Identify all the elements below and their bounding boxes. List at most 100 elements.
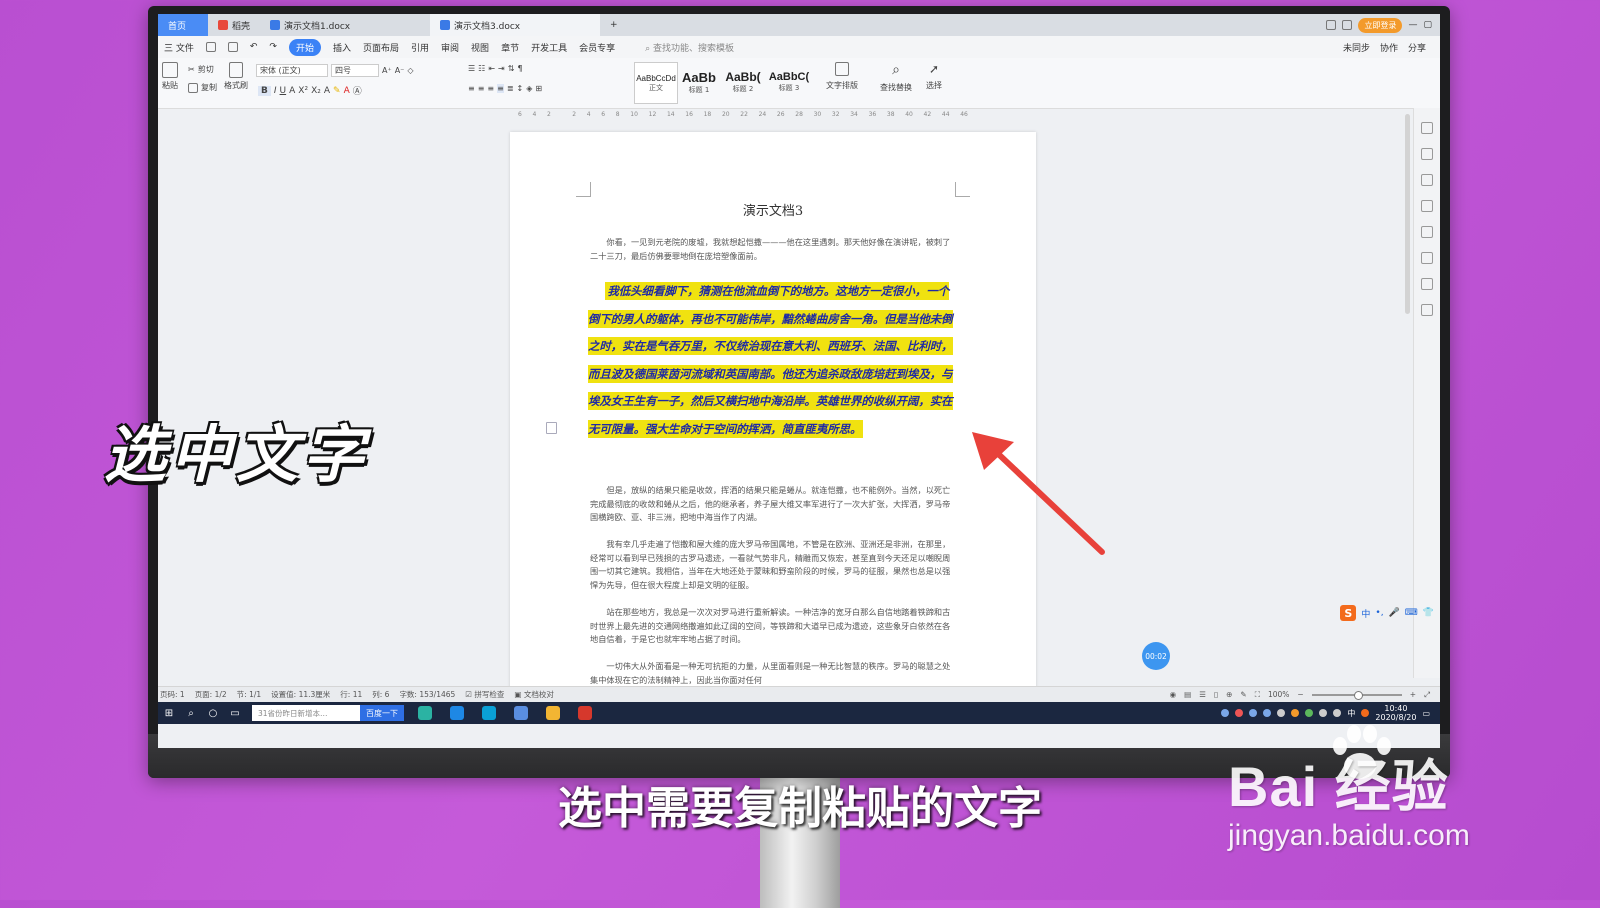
- input-language-indicator[interactable]: 中: [1347, 708, 1355, 719]
- ime-mode[interactable]: 中: [1361, 607, 1370, 620]
- image-icon[interactable]: [1421, 252, 1433, 264]
- collaborate-button[interactable]: 协作: [1380, 41, 1398, 54]
- status-word-count[interactable]: 字数: 153/1465: [399, 689, 455, 700]
- login-badge[interactable]: 立即登录: [1358, 17, 1403, 33]
- sogou-tray-icon[interactable]: [1361, 709, 1370, 717]
- zoom-level[interactable]: 100%: [1268, 690, 1289, 699]
- font-size-select[interactable]: 四号: [331, 64, 379, 77]
- subscript-button[interactable]: X₂: [311, 86, 321, 96]
- tray-icon[interactable]: [1277, 709, 1286, 717]
- maximize-button[interactable]: ▢: [1423, 20, 1432, 30]
- clear-format-icon[interactable]: ◇: [407, 66, 413, 75]
- select-button[interactable]: ➚ 选择: [926, 62, 942, 91]
- char-border-button[interactable]: Ⓐ: [353, 84, 362, 97]
- align-left-icon[interactable]: ≡: [468, 84, 475, 93]
- tray-icon[interactable]: [1305, 709, 1314, 717]
- strikethrough-button[interactable]: A: [289, 86, 295, 96]
- bold-button[interactable]: B: [258, 85, 271, 96]
- bullets-icon[interactable]: ☰: [468, 64, 475, 73]
- numbering-icon[interactable]: ☷: [478, 64, 485, 73]
- tab-docer[interactable]: 稻壳: [208, 14, 260, 36]
- vertical-scrollbar[interactable]: [1405, 114, 1410, 314]
- edge-app-icon[interactable]: [450, 706, 464, 720]
- copy-button[interactable]: 复制: [188, 82, 217, 93]
- zoom-slider[interactable]: [1311, 690, 1402, 700]
- baidu-search-input[interactable]: 31省份昨日新增本…: [252, 705, 360, 721]
- tab-document-1[interactable]: 演示文档1.docx: [260, 14, 430, 36]
- wps-app-icon[interactable]: [578, 706, 592, 720]
- style-heading-3[interactable]: AaBbC( 标题 3: [766, 62, 812, 102]
- eye-protection-icon[interactable]: ◉: [1170, 690, 1177, 699]
- paste-button[interactable]: 粘贴: [162, 62, 178, 91]
- windows-start-icon[interactable]: ⊞: [158, 702, 180, 724]
- microphone-icon[interactable]: 🎤: [1389, 608, 1400, 618]
- network-icon[interactable]: [1319, 709, 1328, 717]
- tab-document-3[interactable]: 演示文档3.docx: [430, 14, 601, 36]
- 360-browser-app-icon[interactable]: [514, 706, 528, 720]
- tab-home[interactable]: 首页: [158, 14, 208, 36]
- tray-icon[interactable]: [1263, 709, 1272, 717]
- location-icon[interactable]: [1421, 278, 1433, 290]
- menu-review[interactable]: 审阅: [441, 41, 459, 54]
- ie-app-icon[interactable]: [482, 706, 496, 720]
- font-color-button[interactable]: A: [344, 86, 350, 96]
- keyboard-icon[interactable]: ⌨: [1405, 608, 1418, 618]
- sort-icon[interactable]: ⇅: [508, 64, 515, 73]
- style-heading-1[interactable]: AaBb 标题 1: [678, 62, 720, 102]
- minimize-button[interactable]: —: [1408, 20, 1417, 30]
- horizontal-ruler[interactable]: 6 4 2 2 4 6 8 10 12 14 16 18 20 22 24 26 28 30 32 34 36 38 40 4…: [518, 111, 968, 121]
- fit-page-icon[interactable]: ⛶: [1255, 690, 1260, 700]
- cortana-icon[interactable]: ○: [202, 702, 224, 724]
- write-mode-icon[interactable]: ✎: [1240, 690, 1246, 699]
- notification-icon[interactable]: ▭: [1422, 709, 1430, 718]
- print-icon[interactable]: [227, 42, 238, 52]
- tools-icon[interactable]: [1421, 200, 1433, 212]
- search-icon[interactable]: ⌕: [180, 702, 202, 724]
- menu-view[interactable]: 视图: [471, 41, 489, 54]
- proofread-button[interactable]: ▣ 文档校对: [514, 689, 553, 700]
- borders-icon[interactable]: ⊞: [535, 84, 542, 93]
- menu-file[interactable]: 三 文件: [164, 41, 194, 54]
- tray-icon[interactable]: [1249, 709, 1258, 717]
- selected-text[interactable]: 我低头细看脚下，猜测在他流血倒下的地方。这地方一定很小，一个倒下的男人的躯体，再…: [588, 284, 953, 436]
- system-clock[interactable]: 10:40 2020/8/20: [1375, 704, 1416, 722]
- text-effect-button[interactable]: A: [324, 86, 330, 96]
- style-pane-icon[interactable]: [1421, 122, 1433, 134]
- document-page[interactable]: 演示文档3 你看，一见到元老院的废墟，我就想起恺撒———他在这里遇刺。那天他好像…: [510, 132, 1036, 692]
- volume-icon[interactable]: [1333, 709, 1342, 717]
- save-icon[interactable]: [205, 42, 216, 52]
- menu-chapter[interactable]: 章节: [501, 41, 519, 54]
- find-replace-button[interactable]: ⌕ 查找替换: [880, 62, 912, 93]
- highlight-color-button[interactable]: ✎: [333, 86, 341, 96]
- outdent-icon[interactable]: ⇤: [488, 64, 495, 73]
- task-view-icon[interactable]: ▭: [224, 702, 246, 724]
- undo-icon[interactable]: ↶: [250, 42, 258, 52]
- help-icon[interactable]: [1421, 226, 1433, 238]
- format-painter-button[interactable]: 格式刷: [224, 62, 248, 91]
- menu-developer[interactable]: 开发工具: [531, 41, 567, 54]
- menu-insert[interactable]: 插入: [333, 41, 351, 54]
- spell-check-toggle[interactable]: ☑ 拼写检查: [465, 689, 504, 700]
- menu-home[interactable]: 开始: [288, 38, 321, 56]
- grow-font-icon[interactable]: A⁺: [382, 66, 392, 75]
- font-name-select[interactable]: 宋体 (正文): [256, 64, 328, 77]
- menu-member[interactable]: 会员专享: [579, 41, 615, 54]
- backup-icon[interactable]: [1421, 304, 1433, 316]
- paragraph-handle-icon[interactable]: [546, 422, 557, 434]
- new-tab-button[interactable]: +: [600, 14, 628, 36]
- shrink-font-icon[interactable]: A⁻: [395, 66, 405, 75]
- show-marks-icon[interactable]: ¶: [517, 64, 522, 73]
- underline-button[interactable]: U: [280, 86, 287, 96]
- layout-icon[interactable]: [1326, 20, 1337, 30]
- browser-app-icon[interactable]: [418, 706, 432, 720]
- menu-page-layout[interactable]: 页面布局: [363, 41, 399, 54]
- zoom-out-button[interactable]: −: [1297, 690, 1303, 699]
- skin-icon[interactable]: 👕: [1423, 608, 1434, 618]
- style-normal[interactable]: AaBbCcDd 正文: [634, 62, 678, 104]
- punctuation-icon[interactable]: •,: [1375, 608, 1383, 618]
- status-pages[interactable]: 页面: 1/2: [195, 689, 227, 700]
- reading-view-icon[interactable]: ▯: [1214, 690, 1218, 699]
- superscript-button[interactable]: X²: [298, 86, 308, 96]
- page-view-icon[interactable]: ▤: [1184, 690, 1191, 699]
- sogou-ime-toolbar[interactable]: S 中 •, 🎤 ⌨ 👕: [1340, 604, 1434, 622]
